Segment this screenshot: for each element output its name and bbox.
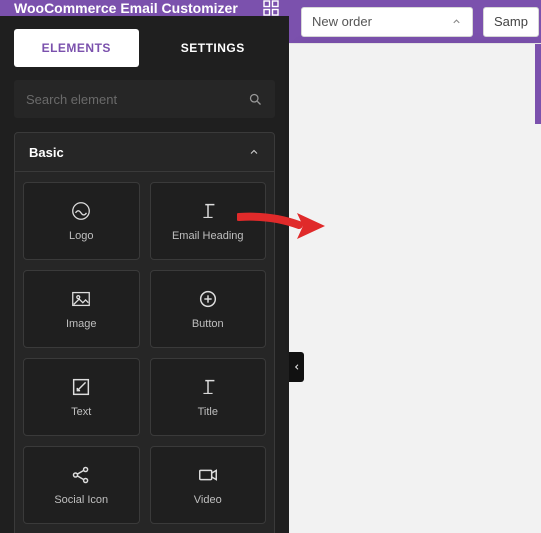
preview-accent xyxy=(535,44,541,124)
accordion-basic: Basic Logo Email Heading xyxy=(0,118,289,533)
tile-logo[interactable]: Logo xyxy=(23,182,140,260)
collapse-sidebar-handle[interactable] xyxy=(289,352,304,382)
email-select[interactable]: New order xyxy=(301,7,473,37)
sidebar: WooCommerce Email Customizer ELEMENTS SE… xyxy=(0,0,289,533)
video-icon xyxy=(197,464,219,486)
tile-title[interactable]: Title xyxy=(150,358,267,436)
accordion-header-basic[interactable]: Basic xyxy=(14,132,275,172)
tile-text[interactable]: Text xyxy=(23,358,140,436)
preview-pane: New order Samp Email to show New order C… xyxy=(289,0,541,533)
share-icon xyxy=(70,464,92,486)
tile-image[interactable]: Image xyxy=(23,270,140,348)
sidebar-tabs: ELEMENTS SETTINGS xyxy=(0,16,289,67)
button-icon xyxy=(197,288,219,310)
title-icon xyxy=(197,376,219,398)
text-icon xyxy=(70,376,92,398)
search-icon xyxy=(248,92,263,107)
tab-settings[interactable]: SETTINGS xyxy=(151,29,276,67)
sample-button[interactable]: Samp xyxy=(483,7,539,37)
app-title: WooCommerce Email Customizer xyxy=(14,0,238,16)
search-box xyxy=(14,80,275,118)
tab-elements[interactable]: ELEMENTS xyxy=(14,29,139,67)
tile-video[interactable]: Video xyxy=(150,446,267,524)
dashboard-icon[interactable] xyxy=(263,0,279,16)
accordion-body-basic: Logo Email Heading Image Button xyxy=(14,172,275,533)
header-actions xyxy=(263,0,289,16)
accordion-title: Basic xyxy=(29,145,64,160)
image-icon xyxy=(70,288,92,310)
search-input[interactable] xyxy=(26,92,248,107)
email-select-value: New order xyxy=(312,14,372,29)
chevron-up-icon xyxy=(248,146,260,158)
chevron-up-icon xyxy=(451,16,462,27)
logo-icon xyxy=(70,200,92,222)
preview-toolbar: New order Samp xyxy=(289,0,541,43)
tile-button[interactable]: Button xyxy=(150,270,267,348)
app-header: WooCommerce Email Customizer xyxy=(0,0,289,16)
heading-icon xyxy=(197,200,219,222)
tile-social-icon[interactable]: Social Icon xyxy=(23,446,140,524)
tile-email-heading[interactable]: Email Heading xyxy=(150,182,267,260)
preview-canvas xyxy=(289,43,541,533)
